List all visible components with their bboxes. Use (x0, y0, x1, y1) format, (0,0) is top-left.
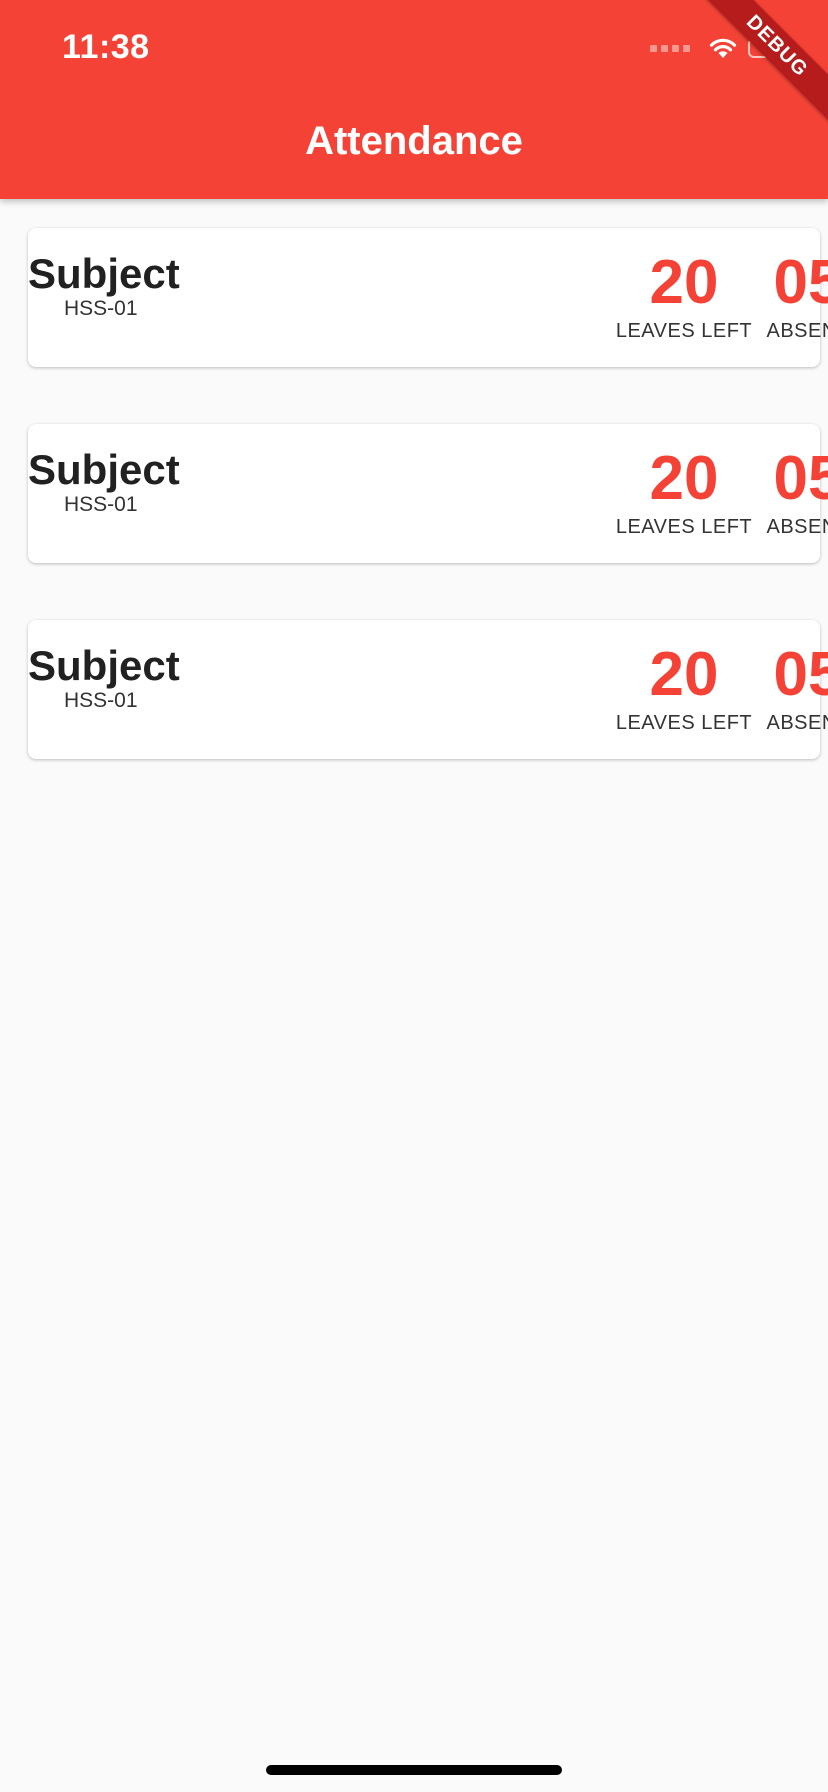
subject-code: HSS-01 (64, 689, 138, 712)
absent-value: 05 (773, 640, 828, 709)
status-time: 11:38 (62, 28, 150, 66)
cellular-signal-icon (650, 44, 690, 52)
absent-label: ABSENT (766, 712, 828, 734)
absent-label: ABSENT (766, 516, 828, 538)
debug-label: DEBUG (698, 0, 828, 125)
absent-value: 05 (773, 444, 828, 513)
subject-card[interactable]: Subject HSS-01 20 LEAVES LEFT 05 ABSENT (28, 228, 828, 367)
absent-stat: 05 ABSENT (728, 644, 828, 735)
subject-name: Subject (28, 446, 180, 493)
absent-stat: 05 ABSENT (728, 448, 828, 539)
subject-code: HSS-01 (64, 297, 138, 320)
subject-card[interactable]: Subject HSS-01 20 LEAVES LEFT 05 ABSENT (28, 424, 828, 563)
subject-name: Subject (28, 250, 180, 297)
absent-stat: 05 ABSENT (728, 252, 828, 343)
absent-label: ABSENT (766, 320, 828, 342)
subject-card[interactable]: Subject HSS-01 20 LEAVES LEFT 05 ABSENT (28, 620, 828, 759)
subject-list: Subject HSS-01 20 LEAVES LEFT 05 ABSENT … (28, 228, 828, 816)
debug-banner: DEBUG (698, 0, 828, 130)
home-indicator[interactable] (266, 1765, 562, 1775)
subject-code: HSS-01 (64, 493, 138, 516)
subject-name: Subject (28, 642, 180, 689)
absent-value: 05 (773, 248, 828, 317)
